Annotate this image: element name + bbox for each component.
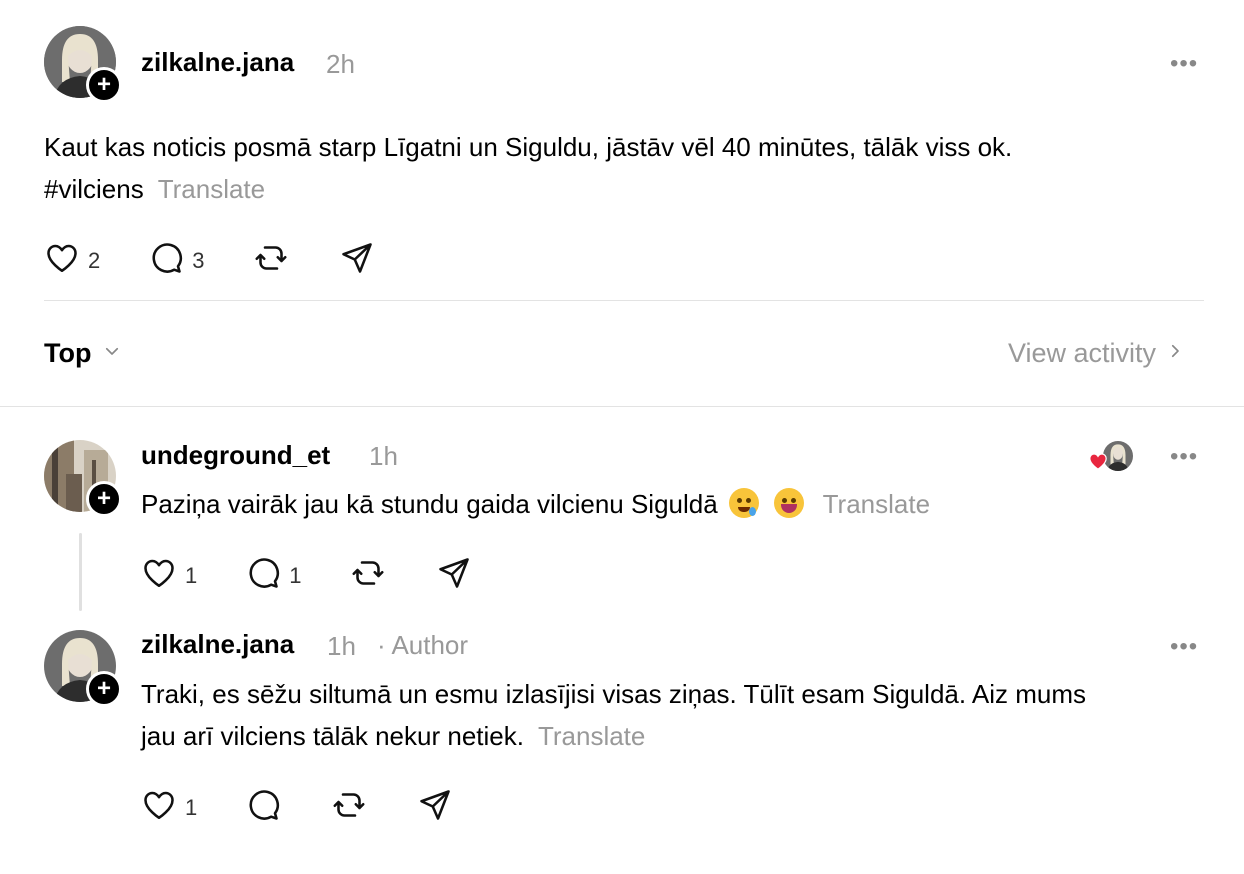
comment-translate-link[interactable]: Translate [823, 489, 930, 519]
comment-text: Paziņa vairāk jau kā stundu gaida vilcie… [141, 489, 718, 519]
post-reply-button[interactable]: 3 [148, 240, 205, 281]
send-icon [436, 555, 472, 596]
grinning-face-emoji [774, 488, 805, 518]
section-divider [0, 406, 1244, 407]
comment-like-count: 1 [185, 562, 198, 588]
comment-share-button[interactable] [436, 555, 472, 596]
reply-like-count: 1 [185, 794, 198, 820]
reply-translate-link[interactable]: Translate [538, 721, 645, 751]
author-liked-indicator [1088, 440, 1134, 472]
reply-body: Traki, es sēžu siltumā un esmu izlasījis… [141, 673, 1211, 757]
post-divider [44, 300, 1204, 301]
reply-avatar[interactable]: + [44, 630, 122, 707]
more-dots-icon[interactable]: ••• [1170, 50, 1198, 78]
repost-icon [350, 555, 386, 596]
follow-plus-icon[interactable]: + [86, 481, 122, 517]
post-author-avatar[interactable]: + [44, 26, 122, 103]
reply-like-button[interactable]: 1 [141, 787, 197, 828]
comment-actions: 1 1 [141, 555, 472, 596]
comment-body: Paziņa vairāk jau kā stundu gaida vilcie… [141, 483, 1201, 525]
post-reply-count: 3 [192, 247, 205, 273]
chevron-right-icon [1166, 341, 1184, 366]
reply-share-button[interactable] [417, 787, 453, 828]
heart-icon [44, 240, 80, 281]
post-text: Kaut kas noticis posmā starp Līgatni un … [44, 132, 1013, 162]
send-icon [417, 787, 453, 828]
author-badge: · Author [377, 630, 469, 660]
comment-like-button[interactable]: 1 [141, 555, 197, 596]
reply-repost-button[interactable] [331, 787, 367, 828]
heart-filled-icon [1088, 452, 1108, 475]
post-like-count: 2 [88, 247, 101, 273]
post-actions: 2 3 [44, 240, 375, 281]
view-activity-label: View activity [1008, 338, 1157, 368]
reply-text-line2: jau arī vilciens tālāk nekur netiek. [141, 721, 524, 751]
post-time[interactable]: 2h [326, 49, 355, 80]
send-icon [339, 240, 375, 281]
post-share-button[interactable] [339, 240, 375, 281]
post-translate-link[interactable]: Translate [158, 174, 265, 204]
sort-dropdown[interactable]: Top [44, 338, 121, 369]
reply-text-line1: Traki, es sēžu siltumā un esmu izlasījis… [141, 679, 1086, 709]
heart-icon [141, 555, 177, 596]
post-hashtag[interactable]: #vilciens [44, 174, 144, 204]
sort-label: Top [44, 338, 92, 368]
repost-icon [331, 787, 367, 828]
comment-bubble-icon [245, 555, 281, 596]
reply-reply-button[interactable] [245, 787, 281, 828]
reply-time[interactable]: 1h [327, 631, 356, 662]
follow-plus-icon[interactable]: + [86, 671, 122, 707]
comment-avatar[interactable]: + [44, 440, 122, 517]
repost-icon [253, 240, 289, 281]
more-dots-icon[interactable]: ••• [1170, 633, 1198, 661]
comment-repost-button[interactable] [350, 555, 386, 596]
chevron-down-icon [103, 342, 121, 365]
comment-reply-button[interactable]: 1 [245, 555, 302, 596]
post-like-button[interactable]: 2 [44, 240, 100, 281]
heart-icon [141, 787, 177, 828]
comment-bubble-icon [148, 240, 184, 281]
follow-plus-icon[interactable]: + [86, 67, 122, 103]
view-activity-link[interactable]: View activity [1008, 338, 1184, 369]
comment-reply-count: 1 [289, 562, 302, 588]
post-username[interactable]: zilkalne.jana [141, 47, 294, 78]
comment-time[interactable]: 1h [369, 441, 398, 472]
post-repost-button[interactable] [253, 240, 289, 281]
comment-username[interactable]: undeground_et [141, 440, 330, 471]
thread-line [79, 533, 82, 611]
more-dots-icon[interactable]: ••• [1170, 443, 1198, 471]
tearful-face-emoji [728, 488, 759, 518]
reply-username[interactable]: zilkalne.jana [141, 629, 294, 660]
reply-actions: 1 [141, 787, 453, 828]
post-body: Kaut kas noticis posmā starp Līgatni un … [44, 126, 1214, 210]
comment-bubble-icon [245, 787, 281, 828]
